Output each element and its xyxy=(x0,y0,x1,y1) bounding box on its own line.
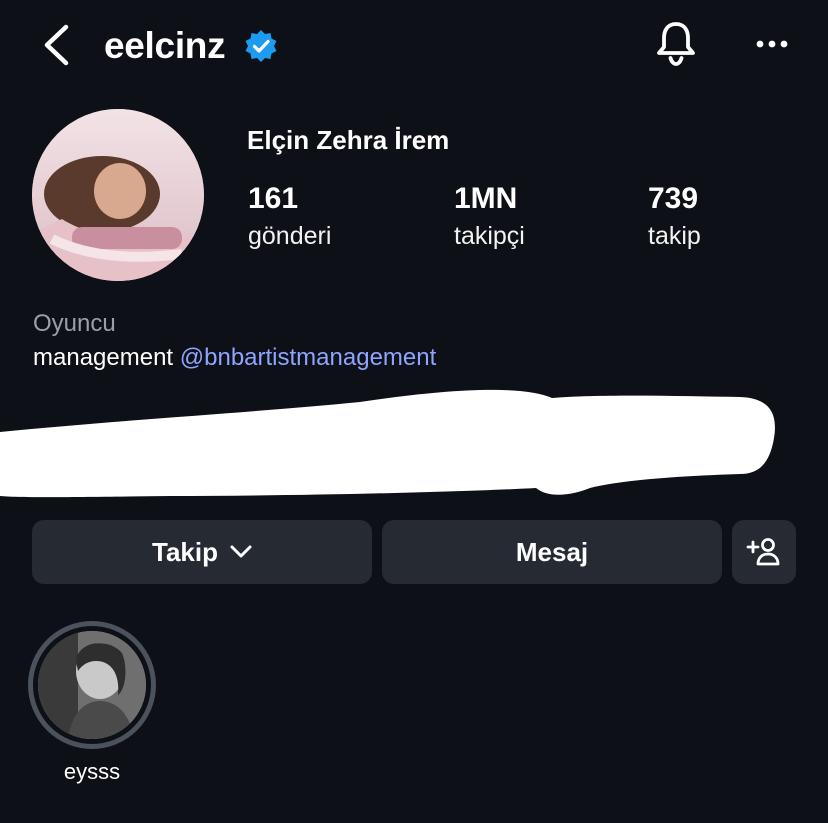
suggested-accounts-button[interactable] xyxy=(732,520,796,584)
message-button-label: Mesaj xyxy=(515,536,589,567)
posts-label: gönderi xyxy=(248,222,332,250)
redaction-overlay xyxy=(0,380,790,510)
highlight-cover xyxy=(38,631,146,739)
profile-category: Oyuncu xyxy=(33,310,116,337)
add-person-icon xyxy=(746,538,780,566)
highlight-label: eysss xyxy=(63,759,121,784)
posts-count: 161 xyxy=(248,182,299,215)
more-options-button[interactable] xyxy=(748,26,796,62)
chevron-down-icon xyxy=(230,545,252,558)
profile-username: eelcinz xyxy=(104,25,226,66)
notifications-button[interactable] xyxy=(652,18,700,68)
chevron-left-icon xyxy=(44,24,69,66)
profile-avatar[interactable] xyxy=(32,109,204,281)
following-count: 739 xyxy=(648,182,699,215)
more-horizontal-icon xyxy=(756,40,788,48)
profile-full-name: Elçin Zehra İrem xyxy=(247,125,450,155)
verified-badge-icon xyxy=(244,29,278,63)
story-highlight[interactable] xyxy=(28,621,156,749)
following-label: takip xyxy=(648,222,701,250)
message-button[interactable]: Mesaj xyxy=(382,520,722,584)
back-button[interactable] xyxy=(36,22,80,68)
bio-mention-link[interactable]: @bnbartistmanagement xyxy=(180,344,437,371)
profile-bio: management @bnbartistmanagement xyxy=(33,343,436,373)
followers-count: 1MN xyxy=(454,182,518,215)
bell-icon xyxy=(657,22,695,66)
followers-label: takipçi xyxy=(454,222,525,250)
follow-button-label: Takip xyxy=(152,536,218,567)
posts-stat[interactable]: 161 gönderi xyxy=(248,180,331,252)
followers-stat[interactable]: 1MN takipçi xyxy=(454,180,525,252)
following-stat[interactable]: 739 takip xyxy=(648,180,701,252)
follow-button[interactable]: Takip xyxy=(32,520,372,584)
bio-text: management xyxy=(33,344,180,371)
